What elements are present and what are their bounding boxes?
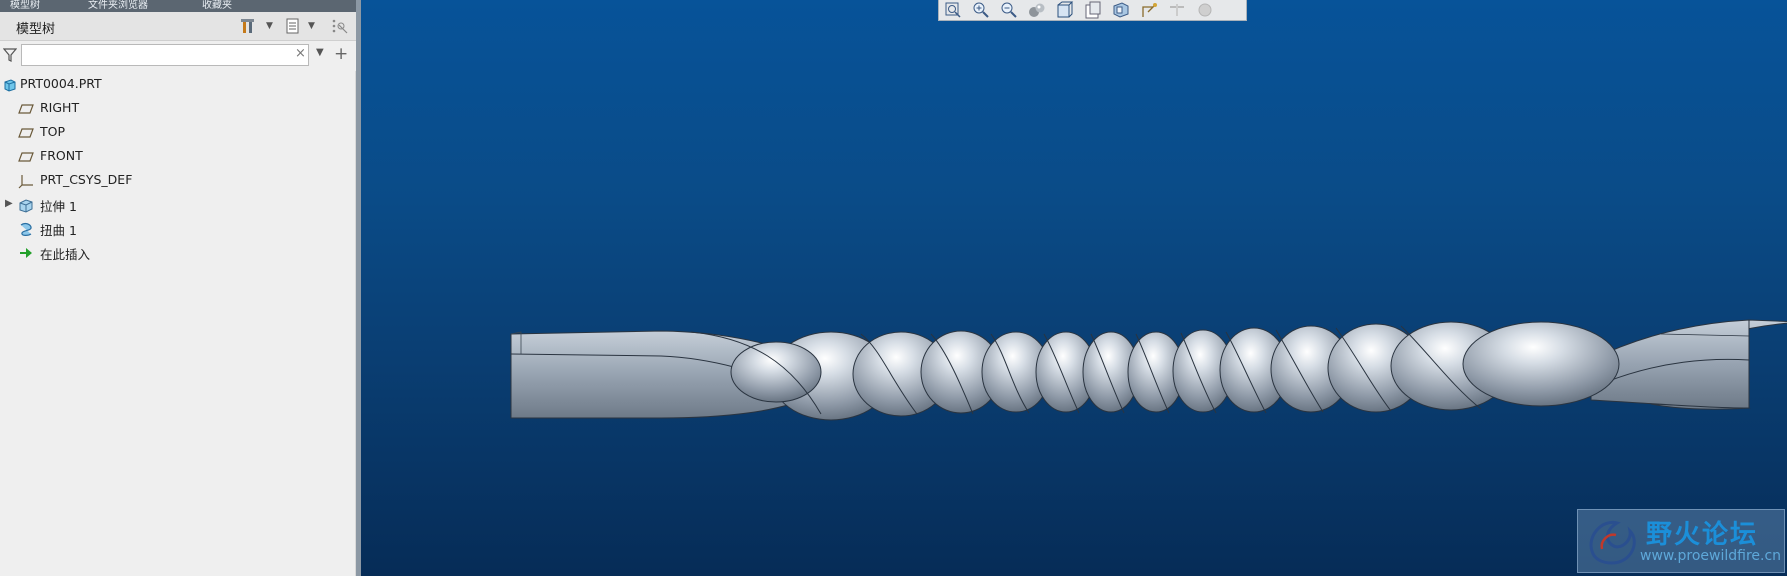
search-input[interactable] (21, 44, 309, 66)
add-icon[interactable]: + (334, 44, 348, 64)
datum-plane-icon (18, 101, 34, 117)
twist-icon (18, 221, 34, 237)
more-icon[interactable] (329, 17, 351, 35)
tree-item-extrude[interactable]: ▶ 拉伸 1 (0, 193, 355, 217)
tree-item-csys[interactable]: PRT_CSYS_DEF (0, 169, 355, 193)
panel-header: 模型树 ▼ ▼ (0, 12, 360, 41)
watermark-url: www.proewildfire.cn (1640, 548, 1782, 564)
datum-plane-icon (18, 149, 34, 165)
tree-item-insert-here[interactable]: 在此插入 (0, 241, 355, 265)
tree-item-part[interactable]: PRT0004.PRT (0, 73, 355, 97)
insert-here-icon (18, 245, 34, 261)
chevron-down-icon[interactable]: ▼ (266, 17, 273, 35)
show-tools-icon[interactable] (240, 17, 260, 35)
tab-folder-browser[interactable]: 文件夹浏览器 (88, 0, 148, 12)
tree-item-front[interactable]: FRONT (0, 145, 355, 169)
tree-item-label: FRONT (40, 148, 83, 163)
panel-tab-bar: 模型树 文件夹浏览器 收藏夹 (0, 0, 360, 12)
panel-title: 模型树 (16, 22, 56, 37)
watermark-logo: 野火论坛 www.proewildfire.cn (1577, 509, 1785, 573)
chevron-down-icon[interactable]: ▼ (316, 47, 324, 58)
tree-item-twist[interactable]: 扭曲 1 (0, 217, 355, 241)
part-icon (2, 77, 18, 93)
datum-plane-icon (18, 125, 34, 141)
tree-item-label: 扭曲 1 (40, 223, 77, 238)
filter-row: × ▼ + (0, 41, 360, 71)
tree-item-right[interactable]: RIGHT (0, 97, 355, 121)
flame-logo-icon (1589, 520, 1636, 565)
graphics-viewport[interactable]: 野火论坛 www.proewildfire.cn (361, 0, 1787, 576)
close-icon[interactable]: × (295, 46, 306, 61)
tree-item-label: RIGHT (40, 100, 80, 115)
watermark-title: 野火论坛 (1646, 520, 1759, 550)
filter-icon[interactable] (2, 47, 18, 67)
tree-item-top[interactable]: TOP (0, 121, 355, 145)
tree-item-label: 在此插入 (40, 247, 91, 262)
tree-item-label: 拉伸 1 (40, 199, 77, 214)
model-tree-panel: 模型树 文件夹浏览器 收藏夹 模型树 ▼ ▼ × ▼ + PRT0004.PRT… (0, 0, 361, 576)
expand-arrow-icon[interactable]: ▶ (5, 198, 13, 209)
tree-item-label: PRT_CSYS_DEF (40, 172, 133, 187)
tab-favorites[interactable]: 收藏夹 (202, 0, 232, 12)
tab-model-tree[interactable]: 模型树 (10, 0, 40, 12)
chevron-down-icon[interactable]: ▼ (308, 17, 315, 35)
coordinate-system-icon (18, 173, 34, 189)
twisted-bar-model[interactable] (361, 0, 1787, 576)
tree-item-label: PRT0004.PRT (20, 76, 102, 91)
extrude-icon (18, 197, 34, 213)
tree-item-label: TOP (40, 124, 66, 139)
settings-icon[interactable] (284, 17, 302, 35)
